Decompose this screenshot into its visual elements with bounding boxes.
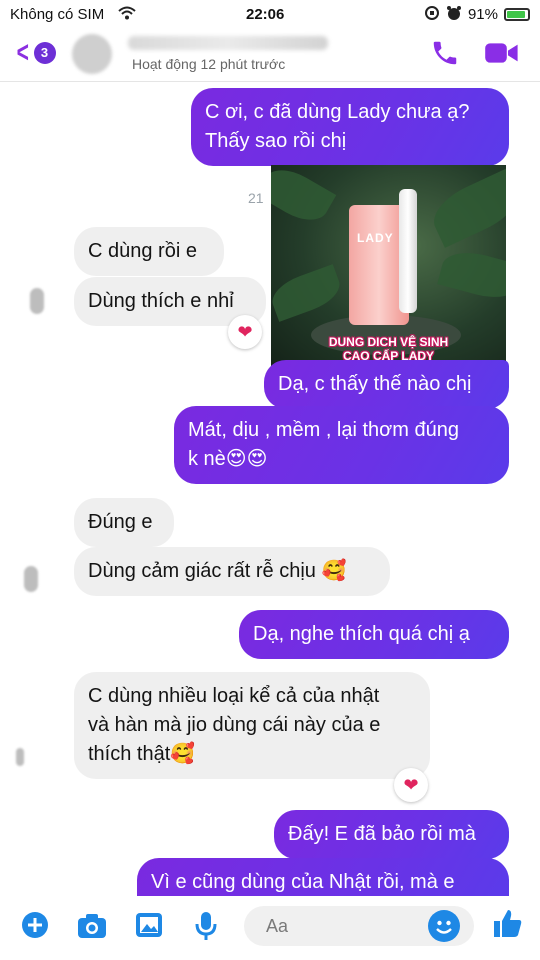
- message-timestamp: 21: [248, 190, 264, 206]
- message-bubble-incoming[interactable]: Dùng cảm giác rất rễ chịu 🥰: [74, 547, 390, 596]
- alarm-icon: [446, 5, 462, 24]
- rotation-lock-icon: [424, 5, 440, 24]
- bottle-label: LADY: [357, 231, 394, 245]
- sender-avatar[interactable]: [24, 566, 38, 592]
- message-bubble-incoming[interactable]: Đúng e: [74, 498, 174, 547]
- wifi-icon: [118, 6, 136, 23]
- sender-avatar[interactable]: [30, 288, 44, 314]
- product-pump: [399, 189, 417, 313]
- image-caption-line1: DUNG DICH VỆ SINH: [328, 335, 449, 349]
- video-camera-icon[interactable]: [484, 38, 520, 73]
- image-icon[interactable]: [134, 910, 164, 945]
- leaf-decoration: [437, 245, 506, 305]
- leaf-decoration: [425, 168, 506, 248]
- back-chevron-icon: <: [16, 36, 29, 69]
- emoji-icon[interactable]: [428, 910, 460, 942]
- contact-avatar[interactable]: [72, 34, 112, 74]
- camera-icon[interactable]: [76, 910, 108, 945]
- message-bubble-outgoing[interactable]: Đấy! E đã bảo rồi mà: [274, 810, 509, 859]
- battery-icon: [504, 8, 530, 21]
- battery-fill: [507, 11, 525, 18]
- heart-reaction-icon[interactable]: ❤: [228, 315, 262, 349]
- status-right: 91%: [424, 5, 530, 24]
- plus-icon[interactable]: [20, 910, 50, 945]
- message-composer: Aa: [0, 896, 540, 960]
- contact-status: Hoạt động 12 phút trước: [132, 56, 286, 72]
- back-button[interactable]: < 3: [14, 36, 56, 69]
- phone-icon[interactable]: [430, 38, 460, 73]
- carrier-label: Không có SIM: [10, 6, 105, 23]
- battery-percent: 91%: [467, 6, 498, 23]
- message-input[interactable]: Aa: [244, 906, 474, 946]
- microphone-icon[interactable]: [194, 910, 218, 947]
- conversation-header: < 3 Hoạt động 12 phút trước: [0, 30, 540, 82]
- clock: 22:06: [246, 6, 285, 23]
- leaf-decoration: [271, 264, 346, 322]
- product-image[interactable]: LADY DUNG DICH VỆ SINH CAO CẤP LADY: [271, 165, 506, 367]
- message-bubble-outgoing[interactable]: C ơi, c đã dùng Lady chưa ạ? Thấy sao rồ…: [191, 88, 509, 166]
- status-bar: Không có SIM 22:06 91%: [0, 0, 540, 30]
- message-bubble-outgoing[interactable]: Mát, dịu , mềm , lại thơm đúng k nè😍😍: [174, 406, 509, 484]
- message-bubble-incoming[interactable]: C dùng rồi e: [74, 227, 224, 276]
- message-bubble-outgoing[interactable]: Dạ, c thấy thế nào chị: [264, 360, 509, 409]
- heart-reaction-icon[interactable]: ❤: [394, 768, 428, 802]
- message-bubble-outgoing[interactable]: Dạ, nghe thích quá chị ạ: [239, 610, 509, 659]
- message-input-placeholder: Aa: [266, 916, 289, 936]
- sender-avatar[interactable]: [16, 748, 24, 766]
- unread-badge: 3: [33, 42, 56, 64]
- message-bubble-incoming[interactable]: C dùng nhiều loại kể cả của nhật và hàn …: [74, 672, 430, 779]
- thumbs-up-icon[interactable]: [490, 906, 524, 945]
- leaf-decoration: [271, 165, 337, 230]
- contact-name-blurred[interactable]: [128, 36, 328, 50]
